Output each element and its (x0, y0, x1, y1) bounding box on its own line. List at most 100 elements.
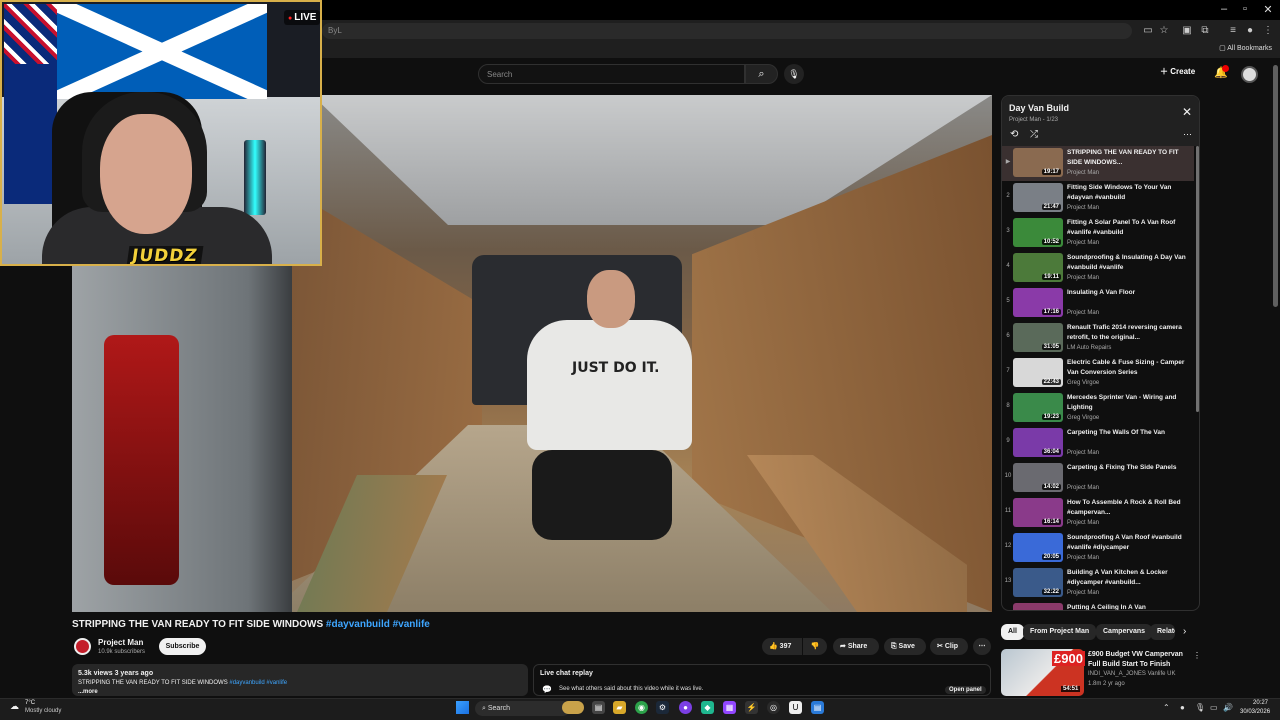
chrome-icon[interactable]: ◉ (635, 701, 648, 714)
weather-cloud-icon[interactable]: ☁ (10, 701, 19, 712)
tray-display-icon[interactable]: ▭ (1210, 703, 1218, 712)
playlist-item[interactable]: 9 36:04 Carpeting The Walls Of The Van Proj… (1002, 426, 1194, 461)
shuffle-icon[interactable]: ⤮ (1030, 129, 1038, 140)
playlist-item-thumbnail[interactable]: 20:05 (1013, 533, 1063, 562)
windows-start-button[interactable] (456, 701, 469, 714)
recommended-channel[interactable]: INDI_VAN_A_JONES Vanlife UK (1088, 671, 1175, 677)
twitch-icon[interactable]: ▦ (723, 701, 736, 714)
playlist-title[interactable]: Day Van Build (1009, 103, 1069, 113)
media-icon[interactable]: ≡ (1227, 25, 1239, 37)
app-icon-white[interactable]: U (789, 701, 802, 714)
channel-name[interactable]: Project Man (98, 638, 143, 647)
hashtag-link[interactable]: #vanlife (393, 619, 430, 630)
taskbar-time[interactable]: 20:27 (1253, 700, 1268, 706)
steam-icon[interactable]: ⚙ (656, 701, 669, 714)
playlist-item-title[interactable]: Building A Van Kitchen & Locker #diycamp… (1067, 568, 1189, 588)
tray-mic-icon[interactable]: 🎙 (1195, 703, 1205, 712)
hashtag-link[interactable]: #vanlife (266, 680, 287, 686)
chevron-right-icon[interactable]: › (1183, 626, 1186, 637)
playlist-item[interactable]: 5 17:16 Insulating A Van Floor Project Man (1002, 286, 1194, 321)
playlist-item-thumbnail[interactable]: 31:05 (1013, 323, 1063, 352)
browser-menu-icon[interactable]: ⋮ (1262, 25, 1274, 37)
playlist-item-title[interactable]: Carpeting The Walls Of The Van (1067, 428, 1189, 438)
app-icon-dark[interactable]: ⚡ (745, 701, 758, 714)
taskbar-search[interactable]: ⌕ Search (475, 701, 570, 716)
account-avatar[interactable] (1241, 66, 1258, 83)
hashtag-link[interactable]: #dayvanbuild (229, 680, 264, 686)
app-icon-purple[interactable]: ● (679, 701, 692, 714)
app-icon-blue[interactable]: ▤ (811, 701, 824, 714)
playlist-item[interactable]: 3 10:52 Fitting A Solar Panel To A Van Roo… (1002, 216, 1194, 251)
playlist-item-thumbnail[interactable]: 19:11 (1013, 253, 1063, 282)
weather-temperature[interactable]: 7°C (25, 700, 35, 706)
playlist-scrollbar[interactable] (1196, 146, 1199, 412)
recommended-title[interactable]: £900 Budget VW Campervan Full Build Star… (1088, 650, 1188, 670)
loop-icon[interactable]: ⟲ (1010, 129, 1018, 140)
hashtag-link[interactable]: #dayvanbuild (326, 619, 390, 630)
tray-expand-icon[interactable]: ⌃ (1163, 703, 1170, 712)
playlist-item[interactable]: 14Putting A Ceiling In A Van (1002, 601, 1194, 610)
playlist-item-title[interactable]: Soundproofing & Insulating A Day Van #va… (1067, 253, 1189, 273)
playlist-item[interactable]: 11 16:14 How To Assemble A Rock & Roll Bed… (1002, 496, 1194, 531)
channel-avatar[interactable] (74, 638, 91, 655)
playlist-item-title[interactable]: Electric Cable & Fuse Sizing - Camper Va… (1067, 358, 1189, 378)
chip-from-channel[interactable]: From Project Man (1023, 624, 1097, 640)
file-explorer-icon[interactable]: ▰ (613, 701, 626, 714)
weather-description[interactable]: Mostly cloudy (25, 708, 61, 714)
playlist-item-thumbnail[interactable]: 19:17 (1013, 148, 1063, 177)
more-actions-button[interactable]: ⋯ (973, 638, 991, 655)
extension-icon[interactable]: ▣ (1181, 25, 1193, 37)
cast-icon[interactable]: ▭ (1142, 25, 1154, 37)
tray-volume-icon[interactable]: 🔊 (1223, 703, 1233, 712)
playlist-item-title[interactable]: Mercedes Sprinter Van - Wiring and Light… (1067, 393, 1189, 413)
profile-icon[interactable]: ● (1244, 25, 1256, 37)
tray-app-icon[interactable]: ● (1180, 703, 1185, 712)
playlist-item-thumbnail[interactable]: 36:04 (1013, 428, 1063, 457)
playlist-item-thumbnail[interactable]: 21:47 (1013, 183, 1063, 212)
playlist-item-thumbnail[interactable]: 16:14 (1013, 498, 1063, 527)
puzzle-icon[interactable]: ⧉ (1199, 25, 1211, 37)
close-window-button[interactable]: ✕ (1259, 3, 1277, 16)
voice-search-button[interactable]: 🎙 (784, 64, 804, 84)
playlist-item[interactable]: 13 32:22 Building A Van Kitchen & Locker #… (1002, 566, 1194, 601)
playlist-item-thumbnail[interactable]: 32:22 (1013, 568, 1063, 597)
all-bookmarks-link[interactable]: ▢ All Bookmarks (1219, 44, 1272, 52)
playlist-item[interactable]: 8 19:23 Mercedes Sprinter Van - Wiring and… (1002, 391, 1194, 426)
playlist-item[interactable]: 6 31:05 Renault Trafic 2014 reversing came… (1002, 321, 1194, 356)
playlist-item-title[interactable]: Fitting Side Windows To Your Van #dayvan… (1067, 183, 1189, 203)
open-panel-button[interactable]: Open panel (945, 686, 986, 694)
playlist-more-icon[interactable]: ⋯ (1183, 129, 1192, 140)
minimize-button[interactable]: – (1215, 3, 1233, 15)
playlist-item-title[interactable]: Renault Trafic 2014 reversing camera ret… (1067, 323, 1189, 343)
create-button[interactable]: ＋ Create (1160, 66, 1195, 82)
playlist-item-thumbnail[interactable]: 19:23 (1013, 393, 1063, 422)
playlist-item[interactable]: 10 14:02 Carpeting & Fixing The Side Panel… (1002, 461, 1194, 496)
close-icon[interactable]: ✕ (1182, 105, 1192, 119)
obs-icon[interactable]: ◎ (767, 701, 780, 714)
playlist-item-title[interactable]: Carpeting & Fixing The Side Panels (1067, 463, 1189, 473)
dislike-button[interactable]: 👎 (803, 638, 827, 655)
subscribe-button[interactable]: Subscribe (159, 638, 206, 655)
show-more-link[interactable]: ...more (78, 689, 98, 695)
playlist-item[interactable]: 7 22:43 Electric Cable & Fuse Sizing - Cam… (1002, 356, 1194, 391)
search-button[interactable]: ⌕ (745, 64, 778, 84)
chip-related[interactable]: Related (1150, 624, 1175, 640)
playlist-item-title[interactable]: Putting A Ceiling In A Van (1067, 603, 1189, 610)
playlist-item[interactable]: 12 20:05 Soundproofing A Van Roof #vanbuil… (1002, 531, 1194, 566)
playlist-item-title[interactable]: Fitting A Solar Panel To A Van Roof #van… (1067, 218, 1189, 238)
save-button[interactable]: ⎘ Save (884, 638, 926, 655)
playlist-item[interactable]: 2 21:47 Fitting Side Windows To Your Van #… (1002, 181, 1194, 216)
playlist-item-thumbnail[interactable] (1013, 603, 1063, 610)
search-input[interactable]: Search (478, 64, 745, 84)
taskbar-date[interactable]: 30/03/2026 (1240, 709, 1270, 715)
chip-campervans[interactable]: Campervans (1096, 624, 1153, 640)
playlist-item-thumbnail[interactable]: 14:02 (1013, 463, 1063, 492)
playlist-item-thumbnail[interactable]: 10:52 (1013, 218, 1063, 247)
task-view-icon[interactable]: ▤ (592, 701, 605, 714)
chip-all[interactable]: All (1001, 624, 1024, 640)
share-button[interactable]: ➦ Share (833, 638, 879, 655)
playlist-item-thumbnail[interactable]: 22:43 (1013, 358, 1063, 387)
playlist-item-title[interactable]: How To Assemble A Rock & Roll Bed #campe… (1067, 498, 1189, 518)
maximize-button[interactable]: ▫ (1236, 3, 1254, 15)
playlist-item-title[interactable]: Insulating A Van Floor (1067, 288, 1189, 298)
